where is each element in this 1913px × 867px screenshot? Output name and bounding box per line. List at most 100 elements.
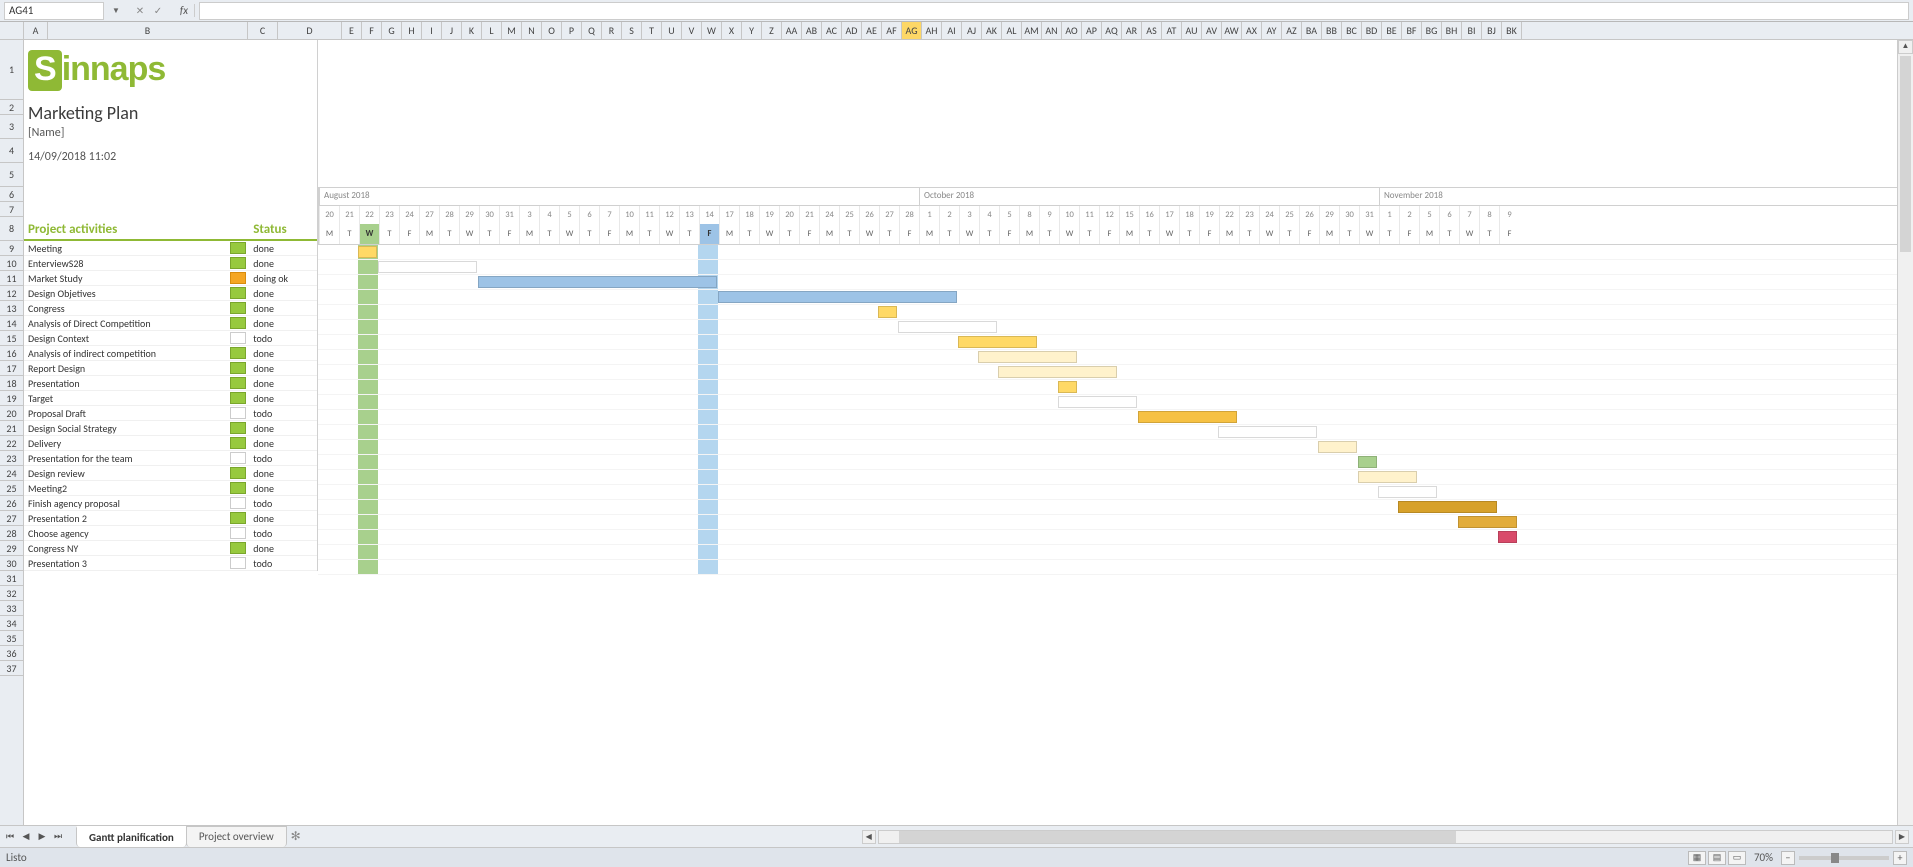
formula-input[interactable]	[199, 2, 1909, 20]
col-header-af[interactable]: AF	[882, 22, 902, 39]
page-break-view-icon[interactable]: ▭	[1728, 851, 1746, 865]
col-header-a[interactable]: A	[24, 22, 48, 39]
row-header-23[interactable]: 23	[0, 451, 23, 466]
col-header-ab[interactable]: AB	[802, 22, 822, 39]
gantt-bar[interactable]	[1378, 486, 1437, 498]
zoom-out-icon[interactable]: −	[1781, 851, 1795, 865]
gantt-bar[interactable]	[1318, 441, 1357, 453]
col-header-z[interactable]: Z	[762, 22, 782, 39]
row-header-7[interactable]: 7	[0, 202, 23, 217]
add-sheet-icon[interactable]: ✻	[286, 826, 306, 847]
normal-view-icon[interactable]: ▦	[1688, 851, 1706, 865]
activity-row[interactable]: Presentation 2done	[24, 511, 317, 526]
gantt-bar[interactable]	[1138, 411, 1237, 423]
zoom-level[interactable]: 70%	[1754, 851, 1773, 864]
gantt-bar[interactable]	[878, 306, 897, 318]
col-header-e[interactable]: E	[342, 22, 362, 39]
horizontal-scrollbar[interactable]: ◀ ▶	[306, 830, 1913, 844]
row-header-36[interactable]: 36	[0, 646, 23, 661]
activity-row[interactable]: EnterviewS28done	[24, 256, 317, 271]
row-header-31[interactable]: 31	[0, 571, 23, 586]
col-header-d[interactable]: D	[278, 22, 342, 39]
gantt-bar[interactable]	[1058, 396, 1137, 408]
row-header-4[interactable]: 4	[0, 139, 23, 163]
activity-row[interactable]: Proposal Drafttodo	[24, 406, 317, 421]
col-header-al[interactable]: AL	[1002, 22, 1022, 39]
row-header-8[interactable]: 8	[0, 217, 23, 241]
activity-row[interactable]: Market Studydoing ok	[24, 271, 317, 286]
col-header-y[interactable]: Y	[742, 22, 762, 39]
col-header-bd[interactable]: BD	[1362, 22, 1382, 39]
row-header-2[interactable]: 2	[0, 100, 23, 115]
gantt-bar[interactable]	[358, 246, 377, 258]
zoom-slider[interactable]	[1799, 856, 1889, 860]
col-header-at[interactable]: AT	[1162, 22, 1182, 39]
gantt-bar[interactable]	[998, 366, 1117, 378]
col-header-s[interactable]: S	[622, 22, 642, 39]
hscroll-thumb[interactable]	[899, 831, 1456, 843]
gantt-bar[interactable]	[958, 336, 1037, 348]
gantt-bar[interactable]	[1458, 516, 1517, 528]
col-header-ac[interactable]: AC	[822, 22, 842, 39]
row-header-10[interactable]: 10	[0, 256, 23, 271]
activity-row[interactable]: Targetdone	[24, 391, 317, 406]
row-header-15[interactable]: 15	[0, 331, 23, 346]
activity-row[interactable]: Design reviewdone	[24, 466, 317, 481]
row-header-3[interactable]: 3	[0, 115, 23, 139]
activity-row[interactable]: Meetingdone	[24, 241, 317, 256]
zoom-thumb[interactable]	[1831, 853, 1839, 863]
gantt-bar[interactable]	[1218, 426, 1317, 438]
col-header-ar[interactable]: AR	[1122, 22, 1142, 39]
scroll-right-icon[interactable]: ▶	[1895, 830, 1909, 844]
sheet-tab[interactable]: Gantt planification	[76, 826, 187, 847]
vscroll-thumb[interactable]	[1900, 56, 1911, 252]
cancel-icon[interactable]: ✕	[132, 3, 148, 19]
col-header-j[interactable]: J	[442, 22, 462, 39]
scroll-up-icon[interactable]: ▲	[1898, 40, 1913, 54]
col-header-ay[interactable]: AY	[1262, 22, 1282, 39]
col-header-aa[interactable]: AA	[782, 22, 802, 39]
vertical-scrollbar[interactable]: ▲	[1897, 40, 1913, 825]
col-header-an[interactable]: AN	[1042, 22, 1062, 39]
activity-row[interactable]: Analysis of indirect competitiondone	[24, 346, 317, 361]
col-header-p[interactable]: P	[562, 22, 582, 39]
row-header-12[interactable]: 12	[0, 286, 23, 301]
sheet-tab[interactable]: Project overview	[186, 826, 287, 847]
col-header-b[interactable]: B	[48, 22, 248, 39]
activity-row[interactable]: Presentation 3todo	[24, 556, 317, 571]
col-header-as[interactable]: AS	[1142, 22, 1162, 39]
row-header-28[interactable]: 28	[0, 526, 23, 541]
gantt-bar[interactable]	[1498, 531, 1517, 543]
gantt-bar[interactable]	[1358, 456, 1377, 468]
col-header-bf[interactable]: BF	[1402, 22, 1422, 39]
row-header-26[interactable]: 26	[0, 496, 23, 511]
activity-row[interactable]: Congressdone	[24, 301, 317, 316]
row-header-17[interactable]: 17	[0, 361, 23, 376]
row-header-35[interactable]: 35	[0, 631, 23, 646]
row-header-6[interactable]: 6	[0, 187, 23, 202]
row-header-19[interactable]: 19	[0, 391, 23, 406]
row-header-34[interactable]: 34	[0, 616, 23, 631]
prev-sheet-icon[interactable]: ◀	[20, 830, 32, 844]
col-header-ba[interactable]: BA	[1302, 22, 1322, 39]
col-header-au[interactable]: AU	[1182, 22, 1202, 39]
col-header-aw[interactable]: AW	[1222, 22, 1242, 39]
col-header-ad[interactable]: AD	[842, 22, 862, 39]
fx-label[interactable]: fx	[174, 4, 195, 17]
activity-row[interactable]: Presentationdone	[24, 376, 317, 391]
col-header-h[interactable]: H	[402, 22, 422, 39]
col-header-az[interactable]: AZ	[1282, 22, 1302, 39]
col-header-k[interactable]: K	[462, 22, 482, 39]
col-header-aj[interactable]: AJ	[962, 22, 982, 39]
col-header-v[interactable]: V	[682, 22, 702, 39]
col-header-t[interactable]: T	[642, 22, 662, 39]
col-header-ai[interactable]: AI	[942, 22, 962, 39]
row-header-24[interactable]: 24	[0, 466, 23, 481]
gantt-bar[interactable]	[1358, 471, 1417, 483]
col-header-f[interactable]: F	[362, 22, 382, 39]
row-header-16[interactable]: 16	[0, 346, 23, 361]
col-header-be[interactable]: BE	[1382, 22, 1402, 39]
col-header-ak[interactable]: AK	[982, 22, 1002, 39]
col-header-ah[interactable]: AH	[922, 22, 942, 39]
row-header-5[interactable]: 5	[0, 163, 23, 187]
